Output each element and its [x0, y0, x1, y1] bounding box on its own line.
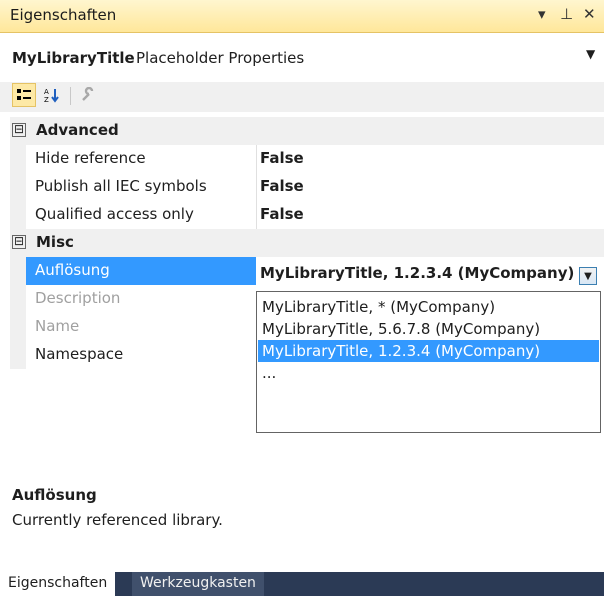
dropdown-option[interactable]: MyLibraryTitle, * (MyCompany) [258, 296, 599, 318]
row-gutter [10, 341, 26, 369]
column-divider [256, 145, 257, 173]
row-gutter [10, 145, 26, 173]
property-name: Namespace [35, 345, 124, 363]
row-gutter [10, 313, 26, 341]
property-row[interactable]: Qualified access only False [10, 201, 604, 229]
row-gutter [10, 201, 26, 229]
description-pane: Auflösung Currently referenced library. [0, 478, 604, 568]
property-name: Publish all IEC symbols [35, 177, 207, 195]
row-gutter [10, 173, 26, 201]
toolbar-separator [70, 87, 71, 105]
pin-icon[interactable]: ⊥ [560, 5, 573, 23]
alphabetical-icon[interactable]: A Z [40, 83, 64, 107]
property-value[interactable]: False [260, 205, 304, 223]
close-icon[interactable]: ✕ [583, 5, 596, 23]
property-name: Hide reference [35, 149, 146, 167]
chevron-down-icon[interactable]: ▼ [586, 47, 595, 61]
tool-window-tabs: Eigenschaften Werkzeugkasten [0, 572, 604, 596]
collapse-icon[interactable]: ⊟ [12, 235, 26, 249]
object-name: MyLibraryTitle [12, 49, 135, 67]
svg-text:A: A [44, 88, 49, 96]
tab-werkzeugkasten[interactable]: Werkzeugkasten [132, 572, 264, 596]
dropdown-option[interactable]: ... [258, 362, 599, 384]
category-label: Advanced [36, 121, 119, 139]
collapse-icon[interactable]: ⊟ [12, 123, 26, 137]
description-heading: Auflösung [12, 486, 97, 504]
resolution-combobox[interactable]: MyLibraryTitle, 1.2.3.4 (MyCompany) ▼ [256, 261, 601, 289]
panel-title: Eigenschaften [10, 6, 117, 24]
row-gutter [10, 285, 26, 313]
column-divider [256, 201, 257, 229]
resolution-dropdown-list: MyLibraryTitle, * (MyCompany) MyLibraryT… [256, 291, 601, 433]
property-pages-icon[interactable] [76, 83, 100, 107]
row-gutter [10, 257, 26, 285]
dropdown-option[interactable]: MyLibraryTitle, 5.6.7.8 (MyCompany) [258, 318, 599, 340]
svg-text:Z: Z [44, 96, 49, 103]
object-selector[interactable]: MyLibraryTitle Placeholder Properties ▼ [0, 43, 604, 75]
property-name: Auflösung [35, 261, 110, 279]
property-value[interactable]: False [260, 177, 304, 195]
category-misc[interactable]: ⊟ Misc [10, 229, 604, 257]
toolbar: A Z [0, 82, 604, 112]
property-name: Name [35, 317, 80, 335]
column-divider [256, 173, 257, 201]
categorized-icon[interactable] [12, 83, 36, 107]
property-name: Qualified access only [35, 205, 194, 223]
property-name: Description [35, 289, 121, 307]
description-text: Currently referenced library. [12, 511, 223, 529]
panel-title-bar[interactable]: Eigenschaften ▾ ⊥ ✕ [0, 0, 604, 33]
dropdown-option-highlighted[interactable]: MyLibraryTitle, 1.2.3.4 (MyCompany) [258, 340, 599, 362]
tab-eigenschaften[interactable]: Eigenschaften [0, 572, 116, 596]
combobox-value: MyLibraryTitle, 1.2.3.4 (MyCompany) [260, 264, 575, 282]
object-type: Placeholder Properties [136, 49, 305, 67]
property-row[interactable]: Hide reference False [10, 145, 604, 173]
property-value[interactable]: False [260, 149, 304, 167]
property-row[interactable]: Publish all IEC symbols False [10, 173, 604, 201]
window-position-dropdown-icon[interactable]: ▾ [538, 5, 546, 23]
chevron-down-icon[interactable]: ▼ [579, 267, 597, 285]
category-advanced[interactable]: ⊟ Advanced [10, 117, 604, 145]
category-label: Misc [36, 233, 74, 251]
